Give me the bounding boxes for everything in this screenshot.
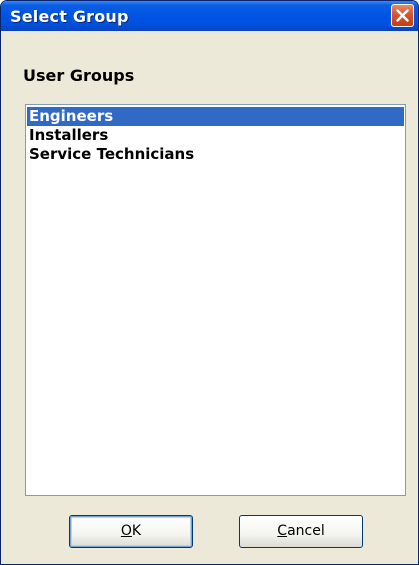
list-item-engineers[interactable]: Engineers [27, 107, 404, 126]
select-group-dialog: Select Group User Groups Engineers Insta… [0, 0, 419, 565]
window-title: Select Group [10, 7, 129, 26]
cancel-mnemonic: C [277, 523, 288, 539]
user-groups-listbox[interactable]: Engineers Installers Service Technicians [25, 104, 406, 496]
ok-button[interactable]: OK [69, 515, 193, 548]
close-button[interactable] [391, 4, 414, 27]
cancel-button[interactable]: Cancel [239, 515, 363, 548]
user-groups-label: User Groups [23, 66, 135, 85]
list-item-installers[interactable]: Installers [27, 126, 404, 145]
cancel-label-rest: ancel [287, 523, 325, 539]
title-bar[interactable]: Select Group [1, 1, 418, 31]
ok-mnemonic: O [120, 523, 132, 539]
ok-label-rest: K [131, 523, 142, 539]
list-item-service-technicians[interactable]: Service Technicians [27, 145, 404, 164]
close-icon [396, 9, 409, 22]
